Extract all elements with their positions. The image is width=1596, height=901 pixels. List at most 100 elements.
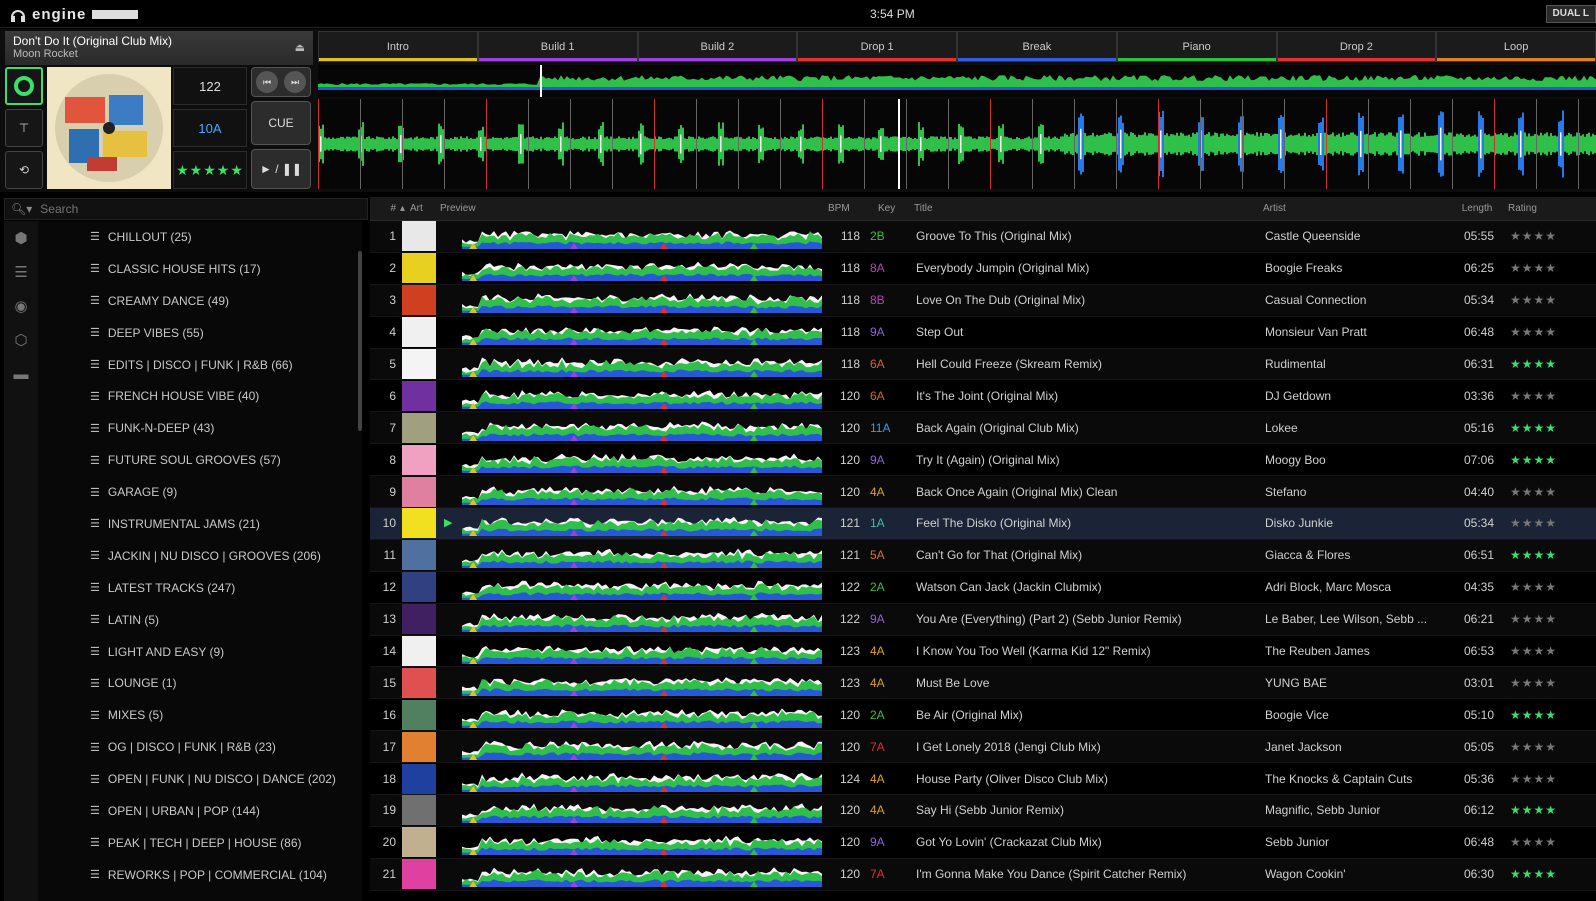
track-preview-waveform[interactable]: [438, 732, 830, 762]
sort-icon[interactable]: ▴: [400, 203, 410, 214]
playlist-item[interactable]: ☰ CHILLOUT (25): [38, 221, 362, 253]
track-preview-waveform[interactable]: [438, 221, 830, 251]
hot-cue-5[interactable]: Break: [957, 31, 1117, 62]
table-row[interactable]: 16 120 2A Be Air (Original Mix) Boogie Vice 0…: [370, 699, 1596, 732]
search-box[interactable]: 🔍︎▾: [4, 198, 368, 220]
col-title[interactable]: Title: [914, 203, 1259, 214]
track-preview-waveform[interactable]: [438, 668, 830, 698]
track-preview-waveform[interactable]: [438, 349, 830, 379]
table-row[interactable]: 13 122 9A You Are (Everything) (Part 2) (Se…: [370, 603, 1596, 636]
playlist-item[interactable]: ☰ DEEP VIBES (55): [38, 317, 362, 349]
track-preview-waveform[interactable]: [438, 477, 830, 507]
hot-cue-6[interactable]: Piano: [1116, 31, 1277, 62]
playlist-item[interactable]: ☰ GARAGE (9): [38, 476, 362, 508]
track-rating[interactable]: ★★★★: [1510, 867, 1570, 881]
playlist-item[interactable]: ☰ OPEN | FUNK | NU DISCO | DANCE (202): [38, 763, 362, 795]
track-rating[interactable]: ★★★★: [1510, 676, 1570, 690]
previous-track-icon[interactable]: ⏮: [256, 71, 278, 93]
loop-button[interactable]: ⟲: [5, 151, 43, 189]
playlist-item[interactable]: ☰ CLASSIC HOUSE HITS (17): [38, 253, 362, 285]
track-preview-waveform[interactable]: [438, 604, 830, 634]
table-row[interactable]: 3 118 8B Love On The Dub (Original Mix) Casu…: [370, 284, 1596, 317]
table-row[interactable]: 21 120 7A I'm Gonna Make You Dance (Spirit …: [370, 858, 1596, 891]
table-row[interactable]: 20 120 9A Got Yo Lovin' (Crackazat Club Mix…: [370, 827, 1596, 859]
col-artist[interactable]: Artist: [1259, 203, 1446, 214]
track-rating[interactable]: ★★★★: [1510, 357, 1570, 371]
table-row[interactable]: 11 121 5A Can't Go for That (Original Mix) G…: [370, 539, 1596, 572]
table-row[interactable]: 9 120 4A Back Once Again (Original Mix) Cle…: [370, 476, 1596, 509]
playlist-scrollbar[interactable]: [358, 251, 362, 431]
playlist-item[interactable]: ☰ LIGHT AND EASY (9): [38, 636, 362, 668]
playlist-item[interactable]: ☰ LATEST TRACKS (247): [38, 572, 362, 604]
playlist-item[interactable]: ☰ REWORKS | POP | COMMERCIAL (104): [38, 859, 362, 891]
table-row[interactable]: 15 123 4A Must Be Love YUNG BAE 03:01 ★★★★: [370, 667, 1596, 700]
track-preview-waveform[interactable]: [438, 253, 830, 283]
eject-icon[interactable]: ⏏: [295, 41, 305, 54]
track-rating[interactable]: ★★★★: [1510, 772, 1570, 786]
track-rating[interactable]: ★★★★: [1510, 261, 1570, 275]
playlist-item[interactable]: ☰ INSTRUMENTAL JAMS (21): [38, 508, 362, 540]
track-rating[interactable]: ★★★★: [1510, 612, 1570, 626]
table-row[interactable]: 6 120 6A It's The Joint (Original Mix) DJ Ge…: [370, 380, 1596, 413]
playlist-item[interactable]: ☰ EDITS | DISCO | FUNK | R&B (66): [38, 349, 362, 381]
track-preview-waveform[interactable]: [438, 572, 830, 602]
track-rating[interactable]: ★★★★: [1510, 835, 1570, 849]
track-preview-waveform[interactable]: [438, 445, 830, 475]
table-row[interactable]: 14 123 4A I Know You Too Well (Karma Kid 12…: [370, 636, 1596, 668]
next-track-icon[interactable]: ⏭: [284, 71, 306, 93]
playlist-item[interactable]: ☰ MIXES (5): [38, 699, 362, 731]
search-input[interactable]: [38, 201, 319, 217]
search-icon[interactable]: 🔍︎▾: [11, 202, 32, 216]
table-row[interactable]: 1 118 2B Groove To This (Original Mix) Castl…: [370, 221, 1596, 253]
playlist-item[interactable]: ☰ LATIN (5): [38, 604, 362, 636]
track-preview-waveform[interactable]: [438, 700, 830, 730]
track-rating[interactable]: ★★★★: [1510, 325, 1570, 339]
hot-cue-4[interactable]: Drop 1: [797, 31, 957, 62]
track-rating[interactable]: ★★★★: [1510, 293, 1570, 307]
table-row[interactable]: 17 120 7A I Get Lonely 2018 (Jengi Club Mix…: [370, 731, 1596, 764]
playlist-item[interactable]: ☰ OPEN | URBAN | POP (144): [38, 795, 362, 827]
track-preview-waveform[interactable]: [438, 795, 830, 825]
track-rating[interactable]: ★★★★: [1510, 580, 1570, 594]
track-rating[interactable]: ★★★★: [1510, 548, 1570, 562]
table-row[interactable]: 18 124 4A House Party (Oliver Disco Club Mi…: [370, 763, 1596, 796]
col-rating[interactable]: Rating: [1508, 203, 1568, 214]
playlist-item[interactable]: ☰ OG | DISCO | FUNK | R&B (23): [38, 731, 362, 763]
table-row[interactable]: 12 122 2A Watson Can Jack (Jackin Clubmix) A…: [370, 572, 1596, 604]
hot-cue-1[interactable]: Intro: [318, 31, 478, 62]
track-rating[interactable]: ★★★★: [1510, 803, 1570, 817]
col-bpm[interactable]: BPM: [828, 203, 868, 214]
col-key[interactable]: Key: [868, 203, 914, 214]
playlists-icon[interactable]: ☰: [4, 255, 38, 289]
table-row[interactable]: 19 120 4A Say Hi (Sebb Junior Remix) Magnifi…: [370, 795, 1596, 827]
hot-cue-7[interactable]: Drop 2: [1276, 31, 1437, 62]
waveform-zoom[interactable]: [318, 99, 1596, 189]
playlist-item[interactable]: ☰ LOUNGE (1): [38, 667, 362, 699]
track-rating[interactable]: ★★★★: [1510, 229, 1570, 243]
track-preview-waveform[interactable]: [438, 540, 830, 570]
track-preview-waveform[interactable]: [438, 413, 830, 443]
track-rating[interactable]: ★★★★: [1510, 485, 1570, 499]
files-icon[interactable]: ▬: [4, 357, 38, 391]
playlist-item[interactable]: ☰ CREAMY DANCE (49): [38, 285, 362, 317]
track-rating[interactable]: ★★★★: [1510, 644, 1570, 658]
table-row[interactable]: 4 118 9A Step Out Monsieur Van Pratt 06:48 ★★★…: [370, 317, 1596, 349]
track-preview-waveform[interactable]: [438, 285, 830, 315]
track-preview-waveform[interactable]: ▶: [438, 508, 830, 538]
playlist-item[interactable]: ☰ FRENCH HOUSE VIBE (40): [38, 380, 362, 412]
track-rating[interactable]: ★★★★: [1510, 740, 1570, 754]
table-row[interactable]: 8 120 9A Try It (Again) (Original Mix) Moogy…: [370, 444, 1596, 477]
layout-button[interactable]: DUAL L: [1545, 5, 1596, 23]
cue-button[interactable]: CUE: [251, 101, 311, 145]
track-preview-waveform[interactable]: [438, 317, 830, 347]
table-row[interactable]: 2 118 8A Everybody Jumpin (Original Mix) Boo…: [370, 253, 1596, 285]
track-preview-waveform[interactable]: [438, 827, 830, 857]
track-preview-waveform[interactable]: [438, 381, 830, 411]
pitch-button[interactable]: ⊤: [5, 109, 43, 147]
track-rating[interactable]: ★★★★: [1510, 421, 1570, 435]
track-preview-waveform[interactable]: [438, 764, 830, 794]
table-row[interactable]: 7 120 11A Back Again (Original Club Mix) Lok…: [370, 412, 1596, 445]
hot-cue-3[interactable]: Build 2: [637, 31, 798, 62]
track-preview-waveform[interactable]: [438, 859, 830, 889]
col-art[interactable]: Art: [410, 203, 436, 214]
